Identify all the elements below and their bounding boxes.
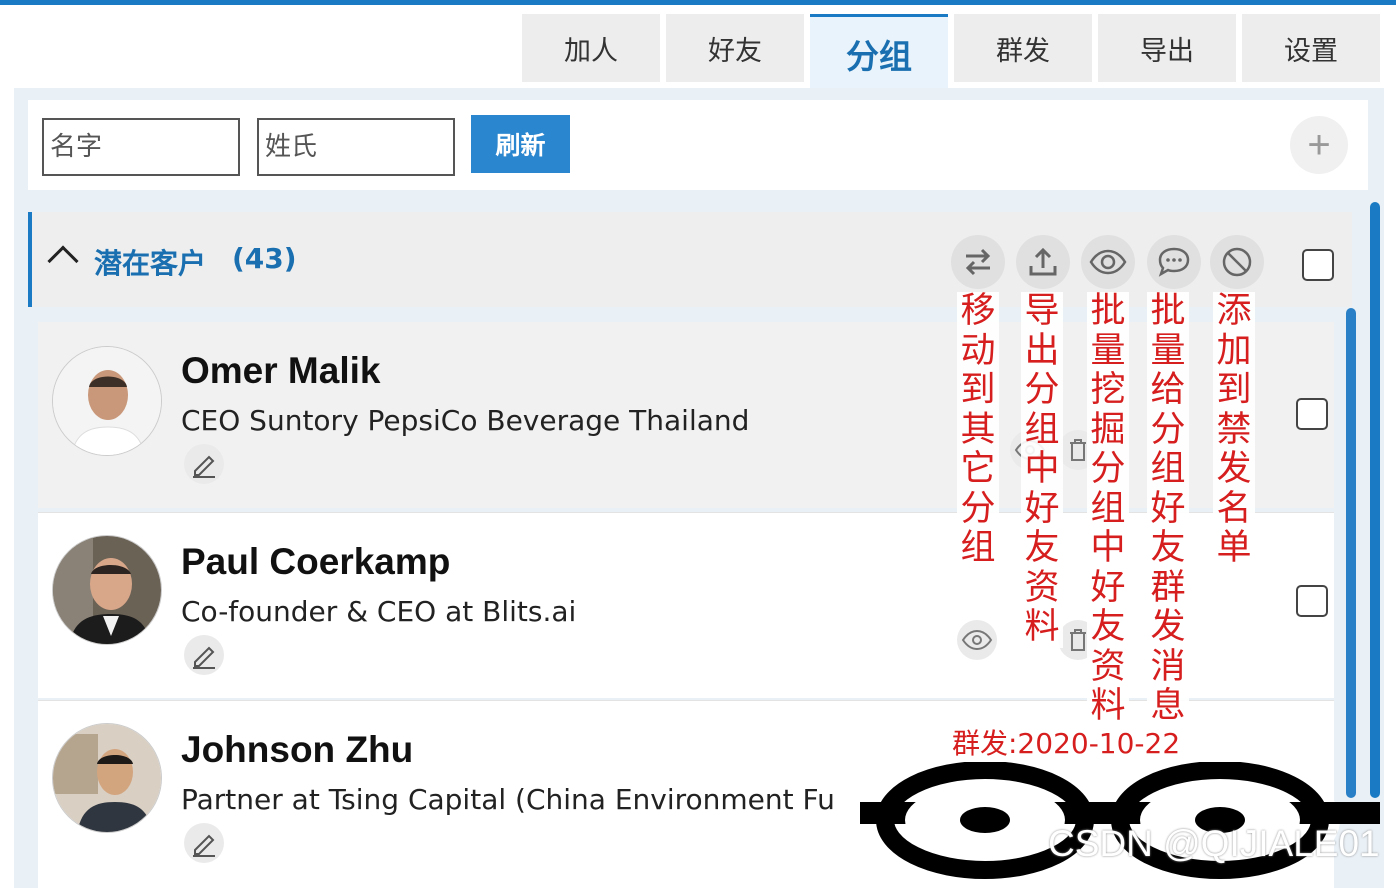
view-profile-button[interactable] bbox=[957, 620, 997, 660]
eye-icon bbox=[961, 629, 993, 651]
export-upload-icon bbox=[1029, 247, 1057, 276]
edit-note-button[interactable] bbox=[184, 635, 224, 675]
plus-icon: + bbox=[1307, 122, 1331, 167]
edit-note-button[interactable] bbox=[184, 823, 224, 863]
group-name: 潜在客户 bbox=[94, 247, 207, 280]
group-select-checkbox[interactable] bbox=[1302, 249, 1334, 281]
pencil-icon bbox=[193, 455, 215, 478]
annotation-move-group: 移动到其它分组 bbox=[957, 291, 999, 569]
watermark-text: CSDN @QIJIALE01 bbox=[1048, 823, 1380, 864]
annotation-group-message: 批量给分组好友群发消息 bbox=[1147, 291, 1189, 727]
contact-row[interactable]: Paul Coerkamp Co-founder & CEO at Blits.… bbox=[38, 512, 1334, 698]
tab-settings[interactable]: 设置 bbox=[1242, 14, 1380, 82]
contact-name[interactable]: Omer Malik bbox=[181, 350, 380, 392]
contact-select-checkbox[interactable] bbox=[1296, 398, 1328, 430]
annotation-export-group: 导出分组中好友资料 bbox=[1021, 291, 1063, 648]
chevron-up-icon[interactable] bbox=[47, 245, 79, 277]
top-accent-strip bbox=[0, 0, 1396, 5]
annotation-block-list: 添加到禁发名单 bbox=[1213, 291, 1255, 569]
refresh-button[interactable]: 刷新 bbox=[471, 115, 570, 173]
mine-profiles-button[interactable] bbox=[1081, 235, 1135, 289]
avatar bbox=[52, 723, 162, 833]
edit-note-button[interactable] bbox=[184, 444, 224, 484]
contact-headline: Co-founder & CEO at Blits.ai bbox=[181, 595, 577, 628]
eye-icon bbox=[1089, 249, 1127, 275]
avatar bbox=[52, 346, 162, 456]
swap-arrows-icon bbox=[965, 248, 991, 276]
ban-icon bbox=[1222, 247, 1252, 277]
contact-headline: CEO Suntory PepsiCo Beverage Thailand bbox=[181, 404, 750, 437]
avatar bbox=[52, 535, 162, 645]
export-group-button[interactable] bbox=[1016, 235, 1070, 289]
group-count: (43) bbox=[232, 242, 297, 275]
group-message-button[interactable] bbox=[1147, 235, 1201, 289]
pencil-icon bbox=[193, 646, 215, 669]
contact-name[interactable]: Paul Coerkamp bbox=[181, 541, 450, 583]
tab-export[interactable]: 导出 bbox=[1098, 14, 1236, 82]
chat-bubble-icon bbox=[1158, 247, 1190, 277]
list-scrollbar[interactable] bbox=[1346, 308, 1356, 798]
last-name-input[interactable] bbox=[257, 118, 455, 176]
search-toolbar: 刷新 + bbox=[28, 100, 1368, 190]
move-group-button[interactable] bbox=[951, 235, 1005, 289]
pencil-icon bbox=[193, 834, 215, 857]
add-group-button[interactable]: + bbox=[1290, 116, 1348, 174]
first-name-input[interactable] bbox=[42, 118, 240, 176]
tab-broadcast[interactable]: 群发 bbox=[954, 14, 1092, 82]
contact-row[interactable]: Omer Malik CEO Suntory PepsiCo Beverage … bbox=[38, 322, 1334, 508]
annotation-mine-profiles: 批量挖掘分组中好友资料 bbox=[1087, 291, 1129, 727]
tab-groups[interactable]: 分组 bbox=[810, 14, 948, 90]
tab-bar: 加人 好友 分组 群发 导出 设置 bbox=[522, 14, 1380, 90]
block-list-button[interactable] bbox=[1210, 235, 1264, 289]
contact-name[interactable]: Johnson Zhu bbox=[181, 729, 413, 771]
broadcast-date: 群发:2020-10-22 bbox=[952, 722, 1181, 762]
outer-scrollbar[interactable] bbox=[1370, 202, 1380, 798]
contact-select-checkbox[interactable] bbox=[1296, 585, 1328, 617]
tab-add-people[interactable]: 加人 bbox=[522, 14, 660, 82]
contact-headline: Partner at Tsing Capital (China Environm… bbox=[181, 783, 835, 816]
tab-friends[interactable]: 好友 bbox=[666, 14, 804, 82]
